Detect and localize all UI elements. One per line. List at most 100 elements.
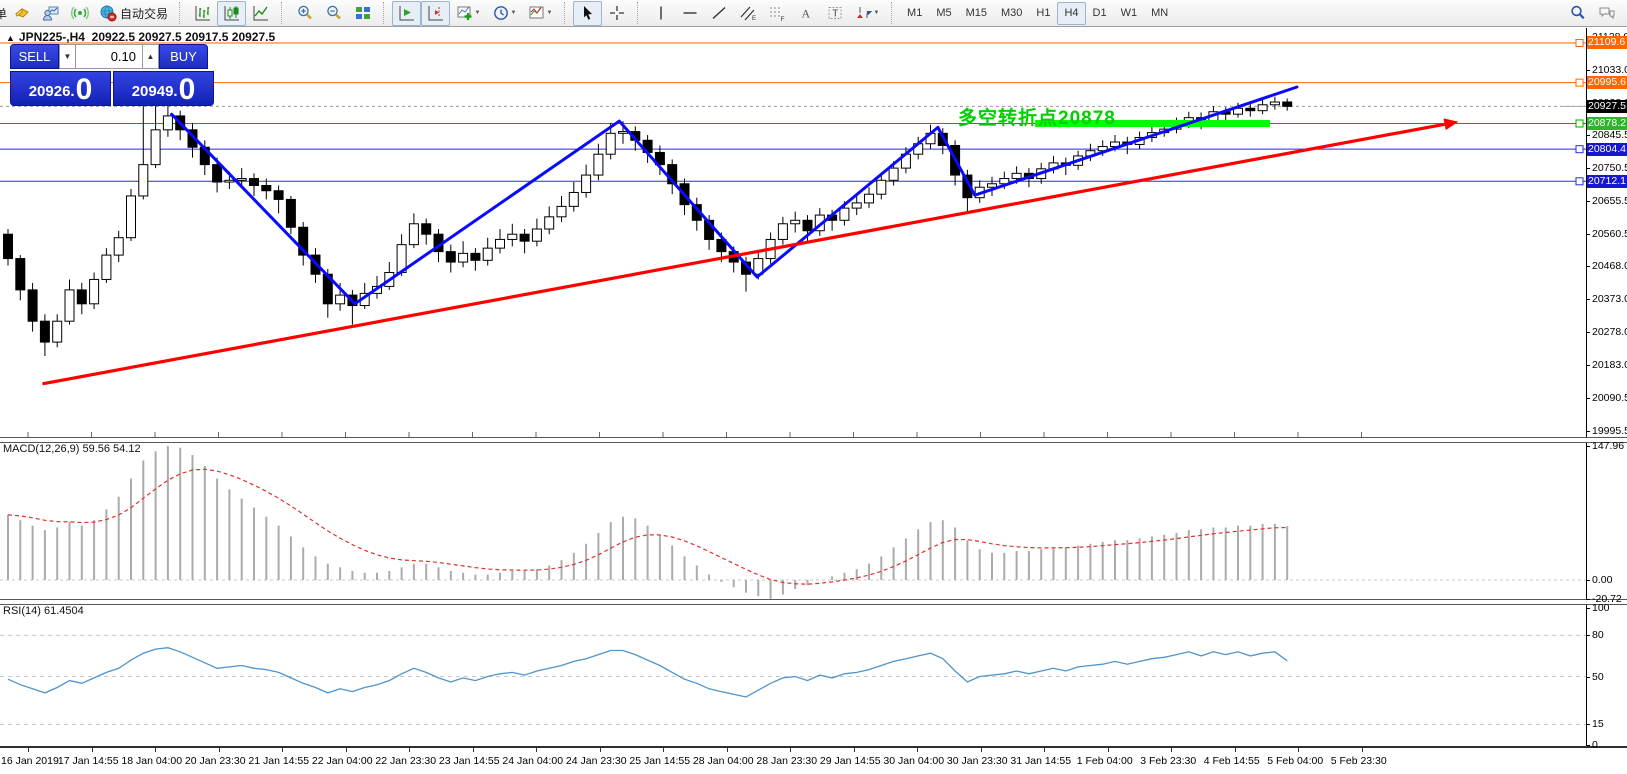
timeframe-button-M15[interactable]: M15 (959, 2, 994, 25)
chat-button[interactable] (1592, 1, 1621, 26)
panel-divider-macd[interactable] (0, 437, 1627, 443)
price-axis-tick (1586, 70, 1590, 71)
price-tick-label: 20560.5 (1592, 228, 1627, 240)
buy-price-button[interactable]: 20949.0 (113, 71, 214, 106)
arrows-button[interactable]: ▼ (849, 1, 885, 26)
timeframe-button-M30[interactable]: M30 (994, 2, 1029, 25)
annotation-text[interactable]: 多空转折点20878 (958, 103, 1116, 130)
price-axis-tick (1586, 135, 1590, 136)
auto-scroll-button[interactable] (392, 1, 421, 26)
buy-price-big-digit: 0 (179, 75, 196, 105)
dropdown-caret-icon: ▼ (475, 10, 481, 16)
new-order-label[interactable]: 单 (0, 5, 7, 22)
bar-chart-button[interactable] (188, 1, 217, 26)
text-label-button[interactable]: T (820, 1, 849, 26)
time-axis[interactable]: 16 Jan 201917 Jan 14:5518 Jan 04:0020 Ja… (0, 748, 1627, 774)
red-trend-arrow-line[interactable] (42, 124, 1444, 384)
buy-button[interactable]: BUY (159, 44, 208, 69)
time-axis-tick (1171, 748, 1172, 752)
auto-scroll-icon (398, 4, 416, 22)
time-axis-label: 4 Feb 14:55 (1204, 755, 1260, 767)
price-axis-tick (1586, 431, 1590, 432)
trade-panel-top-row: SELL ▼ ▲ BUY (10, 44, 216, 69)
tile-windows-button[interactable] (348, 1, 377, 26)
volume-input[interactable] (76, 44, 142, 69)
signals-icon[interactable] (65, 1, 94, 26)
price-tick-label: 20468.0 (1592, 260, 1627, 272)
time-axis-tick (346, 748, 347, 752)
clock-icon (492, 4, 510, 22)
dropdown-caret-icon: ▼ (547, 10, 553, 16)
trendline-button[interactable] (704, 1, 733, 26)
new-order-icon[interactable] (7, 1, 36, 26)
time-axis-tick (663, 748, 664, 752)
time-axis-label: 24 Jan 04:00 (502, 755, 563, 767)
text-button[interactable]: A (791, 1, 820, 26)
equidistant-channel-button[interactable]: E (733, 1, 762, 26)
cursor-button[interactable] (573, 1, 602, 26)
main-price-chart[interactable] (0, 28, 1586, 438)
zigzag-trendline[interactable] (172, 87, 1297, 304)
time-axis-label: 30 Jan 04:00 (883, 755, 944, 767)
zoom-out-button[interactable] (319, 1, 348, 26)
timeframe-button-W1[interactable]: W1 (1114, 2, 1145, 25)
periods-button[interactable]: ▼ (486, 1, 522, 26)
candlestick-chart-button[interactable] (217, 1, 246, 26)
sell-button[interactable]: SELL (10, 44, 59, 69)
rsi-axis-label: 80 (1592, 629, 1604, 641)
price-tick-label: 19995.5 (1592, 425, 1627, 437)
zoom-in-icon (296, 4, 314, 22)
autotrading-button[interactable]: 自动交易 (94, 1, 173, 26)
price-tick-label: 20278.0 (1592, 326, 1627, 338)
timeframe-button-M5[interactable]: M5 (929, 2, 958, 25)
market-watch-icon[interactable] (36, 1, 65, 26)
line-chart-button[interactable] (246, 1, 275, 26)
line-end-marker (1576, 146, 1583, 153)
rsi-axis-label: 50 (1592, 671, 1604, 683)
price-axis-tick (1586, 168, 1590, 169)
time-axis-label: 3 Feb 23:30 (1140, 755, 1196, 767)
buy-price-dot: . (173, 79, 177, 105)
macd-indicator-chart[interactable] (0, 441, 1586, 600)
timeframe-button-H1[interactable]: H1 (1029, 2, 1057, 25)
one-click-collapse-icon[interactable]: ▲ (6, 33, 15, 43)
timeframe-button-H4[interactable]: H4 (1057, 2, 1085, 25)
yellow-ticket-icon (13, 4, 31, 22)
rsi-axis-label: 100 (1592, 602, 1610, 614)
search-button[interactable] (1563, 1, 1592, 26)
trade-panel-price-row: 20926.0 20949.0 (10, 71, 216, 106)
candles-layer[interactable] (4, 97, 1292, 356)
fibonacci-button[interactable]: F (762, 1, 791, 26)
vertical-line-button[interactable] (646, 1, 675, 26)
tile-windows-icon (354, 4, 372, 22)
indicators-button[interactable]: ▼ (450, 1, 486, 26)
chart-title: ▲JPN225-,H4 20922.5 20927.5 20917.5 2092… (6, 30, 275, 44)
line-end-marker (1576, 39, 1583, 46)
toolbar-separator (637, 2, 642, 24)
time-axis-label: 16 Jan 2019 (1, 755, 59, 767)
price-badge-20712.1: 20712.1 (1587, 175, 1627, 188)
sell-price-button[interactable]: 20926.0 (10, 71, 111, 106)
horizontal-line-button[interactable] (675, 1, 704, 26)
volume-decrease-button[interactable]: ▼ (59, 44, 76, 69)
time-axis-label: 20 Jan 23:30 (185, 755, 246, 767)
rsi-label: RSI(14) 61.4504 (3, 605, 84, 617)
timeframe-button-D1[interactable]: D1 (1086, 2, 1114, 25)
channel-icon: E (739, 4, 757, 22)
line-end-marker (1576, 79, 1583, 86)
label-icon: T (826, 4, 844, 22)
timeframe-button-M1[interactable]: M1 (900, 2, 929, 25)
macd-histogram (8, 446, 1287, 599)
time-axis-tick (1362, 748, 1363, 752)
price-axis-tick (1586, 332, 1590, 333)
zoom-in-button[interactable] (290, 1, 319, 26)
price-tick-label: 20183.0 (1592, 359, 1627, 371)
rsi-indicator-chart[interactable] (0, 603, 1586, 746)
chart-shift-button[interactable] (421, 1, 450, 26)
timeframe-button-MN[interactable]: MN (1144, 2, 1175, 25)
templates-button[interactable]: ▼ (522, 1, 558, 26)
volume-increase-button[interactable]: ▲ (142, 44, 159, 69)
crosshair-button[interactable] (602, 1, 631, 26)
panel-divider-rsi[interactable] (0, 599, 1627, 605)
price-badge-20995.6: 20995.6 (1587, 76, 1627, 89)
